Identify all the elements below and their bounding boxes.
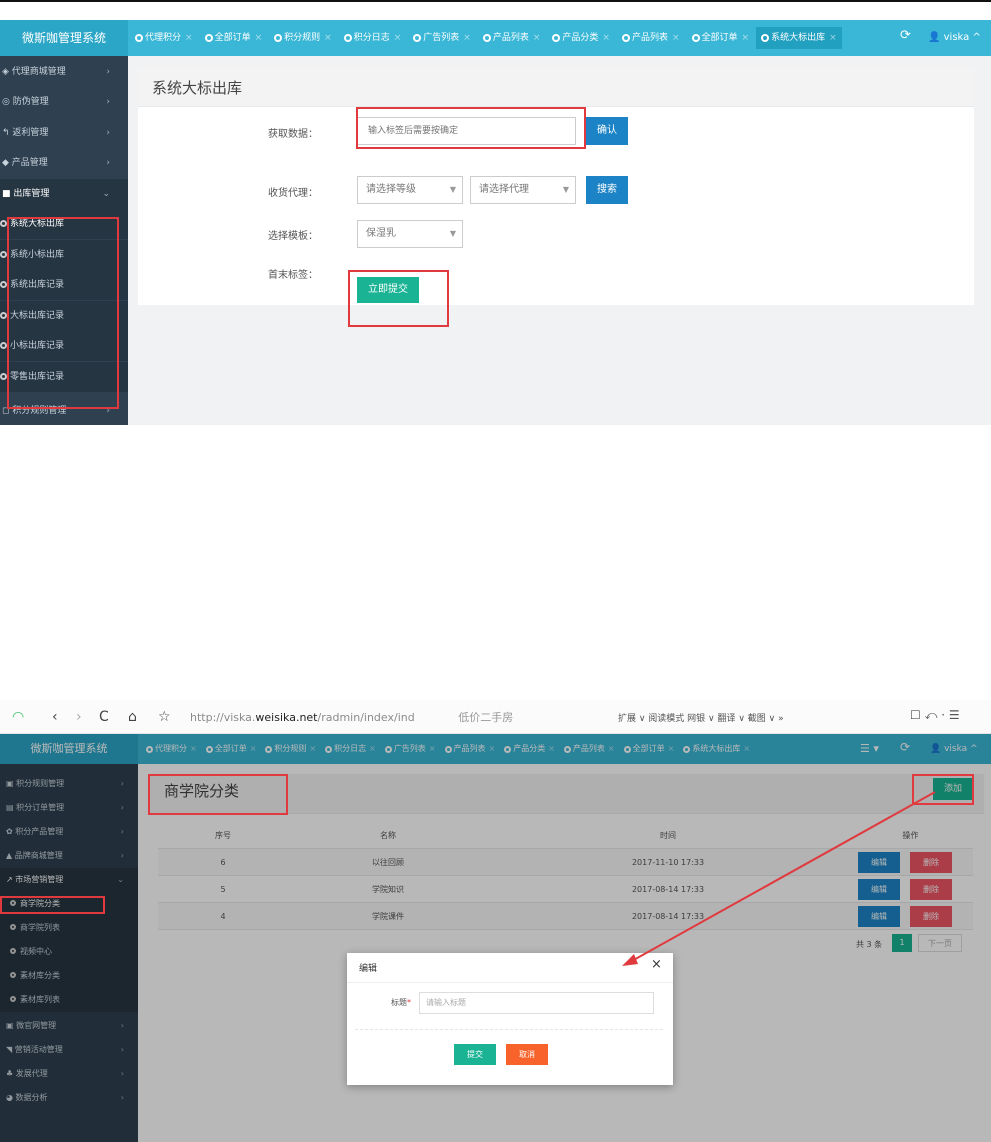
chevron-right-icon: › xyxy=(106,158,110,168)
highlight-box-sidebar xyxy=(7,217,119,409)
main-content: 系统大标出库 获取数据： 确认 收货代理： 请选择等级 ▼ 请选择代理 ▼ 搜索 选… xyxy=(138,67,974,305)
circle-icon xyxy=(0,251,7,258)
tab-label: 积分规则 xyxy=(284,33,321,43)
user-icon: 👤 xyxy=(928,32,941,43)
tab-label: 产品列表 xyxy=(492,33,529,43)
tab-item[interactable]: 产品列表 × xyxy=(617,27,685,49)
tab-bar: 代理积分 × 全部订单 × 积分规则 × 积分日志 × 广告列表 × 产品列表 × 产品分类 × 产品列表 ×… xyxy=(130,27,844,49)
tab-item[interactable]: 代理积分 × xyxy=(130,27,198,49)
level-select-value: 请选择等级 xyxy=(366,184,416,195)
annotation-arrow xyxy=(622,791,936,966)
agent-select-value: 请选择代理 xyxy=(479,184,529,195)
tab-close-icon[interactable]: × xyxy=(672,27,680,49)
content-header: 系统大标出库 xyxy=(138,67,974,107)
circle-icon xyxy=(0,220,7,227)
sidebar-item-label: 返利管理 xyxy=(12,128,49,138)
user-menu[interactable]: 👤 viska ^ xyxy=(928,20,981,56)
tab-circle-icon xyxy=(204,34,213,42)
screenshot-panel-school-category: ◠ ‹ › C ⌂ ☆ http://viska.weisika.net/rad… xyxy=(0,700,991,1142)
tab-close-icon[interactable]: × xyxy=(185,27,193,49)
fetch-label: 获取数据： xyxy=(268,129,318,140)
top-border-line xyxy=(0,0,991,2)
chevron-right-icon: › xyxy=(106,97,110,107)
tab-item[interactable]: 积分日志 × xyxy=(339,27,407,49)
screenshot-panel-outbound: 微斯咖管理系统 代理积分 × 全部订单 × 积分规则 × 积分日志 × 广告列表 × 产品列表 × 产品… xyxy=(0,20,991,425)
user-name: viska xyxy=(943,32,970,43)
chevron-up-icon: ^ xyxy=(972,32,981,43)
search-button[interactable]: 搜索 xyxy=(586,176,628,204)
tab-item[interactable]: 系统大标出库 × xyxy=(756,27,842,49)
tab-circle-icon xyxy=(343,34,352,42)
tab-close-icon[interactable]: × xyxy=(394,27,402,49)
tab-label: 积分日志 xyxy=(353,33,390,43)
sidebar-item-label: 防伪管理 xyxy=(12,97,49,107)
tab-close-icon[interactable]: × xyxy=(742,27,750,49)
circle-icon xyxy=(0,281,7,288)
tab-circle-icon xyxy=(761,34,770,42)
tab-label: 系统大标出库 xyxy=(771,33,826,43)
tab-item[interactable]: 全部订单 × xyxy=(200,27,268,49)
tab-circle-icon xyxy=(135,34,143,42)
sidebar-item-rebate[interactable]: ↰ 返利管理 › xyxy=(0,118,128,148)
brand-logo: 微斯咖管理系统 xyxy=(0,20,128,56)
sidebar-item-label: 产品管理 xyxy=(11,158,48,168)
tab-circle-icon xyxy=(274,34,283,42)
tab-item[interactable]: 积分规则 × xyxy=(269,27,337,49)
tab-close-icon[interactable]: × xyxy=(602,27,610,49)
sidebar-item-anti-fake[interactable]: ◎ 防伪管理 › xyxy=(0,87,128,117)
arrow-head xyxy=(622,954,638,966)
confirm-button[interactable]: 确认 xyxy=(586,117,628,145)
tab-item[interactable]: 产品分类 × xyxy=(547,27,615,49)
tab-close-icon[interactable]: × xyxy=(463,27,471,49)
tab-close-icon[interactable]: × xyxy=(255,27,263,49)
tab-item[interactable]: 广告列表 × xyxy=(408,27,476,49)
chevron-right-icon: › xyxy=(106,128,110,138)
arrow-line xyxy=(629,791,936,963)
tab-close-icon[interactable]: × xyxy=(324,27,332,49)
tab-circle-icon xyxy=(552,34,561,42)
highlight-box-submit xyxy=(348,270,449,327)
tab-label: 代理积分 xyxy=(145,33,182,43)
tab-label: 全部订单 xyxy=(701,33,738,43)
tab-circle-icon xyxy=(621,34,630,42)
page-title: 系统大标出库 xyxy=(152,79,243,97)
tab-item[interactable]: 产品列表 × xyxy=(478,27,546,49)
agent-select[interactable]: 请选择代理 ▼ xyxy=(470,176,576,204)
sidebar-item-products[interactable]: ◆ 产品管理 › xyxy=(0,148,128,178)
tab-label: 广告列表 xyxy=(423,33,460,43)
tab-item[interactable]: 全部订单 × xyxy=(687,27,755,49)
tag-range-label: 首末标签： xyxy=(268,270,318,281)
refresh-icon[interactable]: ⟳ xyxy=(900,28,911,43)
level-select[interactable]: 请选择等级 ▼ xyxy=(357,176,463,204)
chevron-down-icon: ⌄ xyxy=(102,189,110,199)
caret-down-icon: ▼ xyxy=(449,229,456,238)
circle-icon xyxy=(0,312,7,319)
tab-circle-icon xyxy=(413,34,422,42)
sidebar-item-agent-mall[interactable]: ◈ 代理商城管理 › xyxy=(0,57,128,87)
circle-icon xyxy=(0,373,7,380)
highlight-box-fetch-input xyxy=(356,107,586,149)
tab-label: 产品列表 xyxy=(631,33,668,43)
tab-close-icon[interactable]: × xyxy=(533,27,541,49)
sidebar-item-label: 代理商城管理 xyxy=(11,67,66,77)
tab-label: 产品分类 xyxy=(562,33,599,43)
template-select[interactable]: 保湿乳 ▼ xyxy=(357,220,463,248)
circle-icon xyxy=(0,342,7,349)
tab-close-icon[interactable]: × xyxy=(829,27,837,49)
sidebar-item-label: 出库管理 xyxy=(13,189,50,199)
tab-circle-icon xyxy=(482,34,491,42)
template-label: 选择模板： xyxy=(268,231,318,242)
chevron-right-icon: › xyxy=(106,67,110,77)
agent-label: 收货代理： xyxy=(268,188,318,199)
caret-down-icon: ▼ xyxy=(449,185,456,194)
tab-label: 全部订单 xyxy=(214,33,251,43)
tab-circle-icon xyxy=(691,34,700,42)
sidebar-item-outbound[interactable]: ■ 出库管理 ⌄ xyxy=(0,179,128,209)
caret-down-icon: ▼ xyxy=(562,185,569,194)
template-select-value: 保湿乳 xyxy=(366,228,396,239)
